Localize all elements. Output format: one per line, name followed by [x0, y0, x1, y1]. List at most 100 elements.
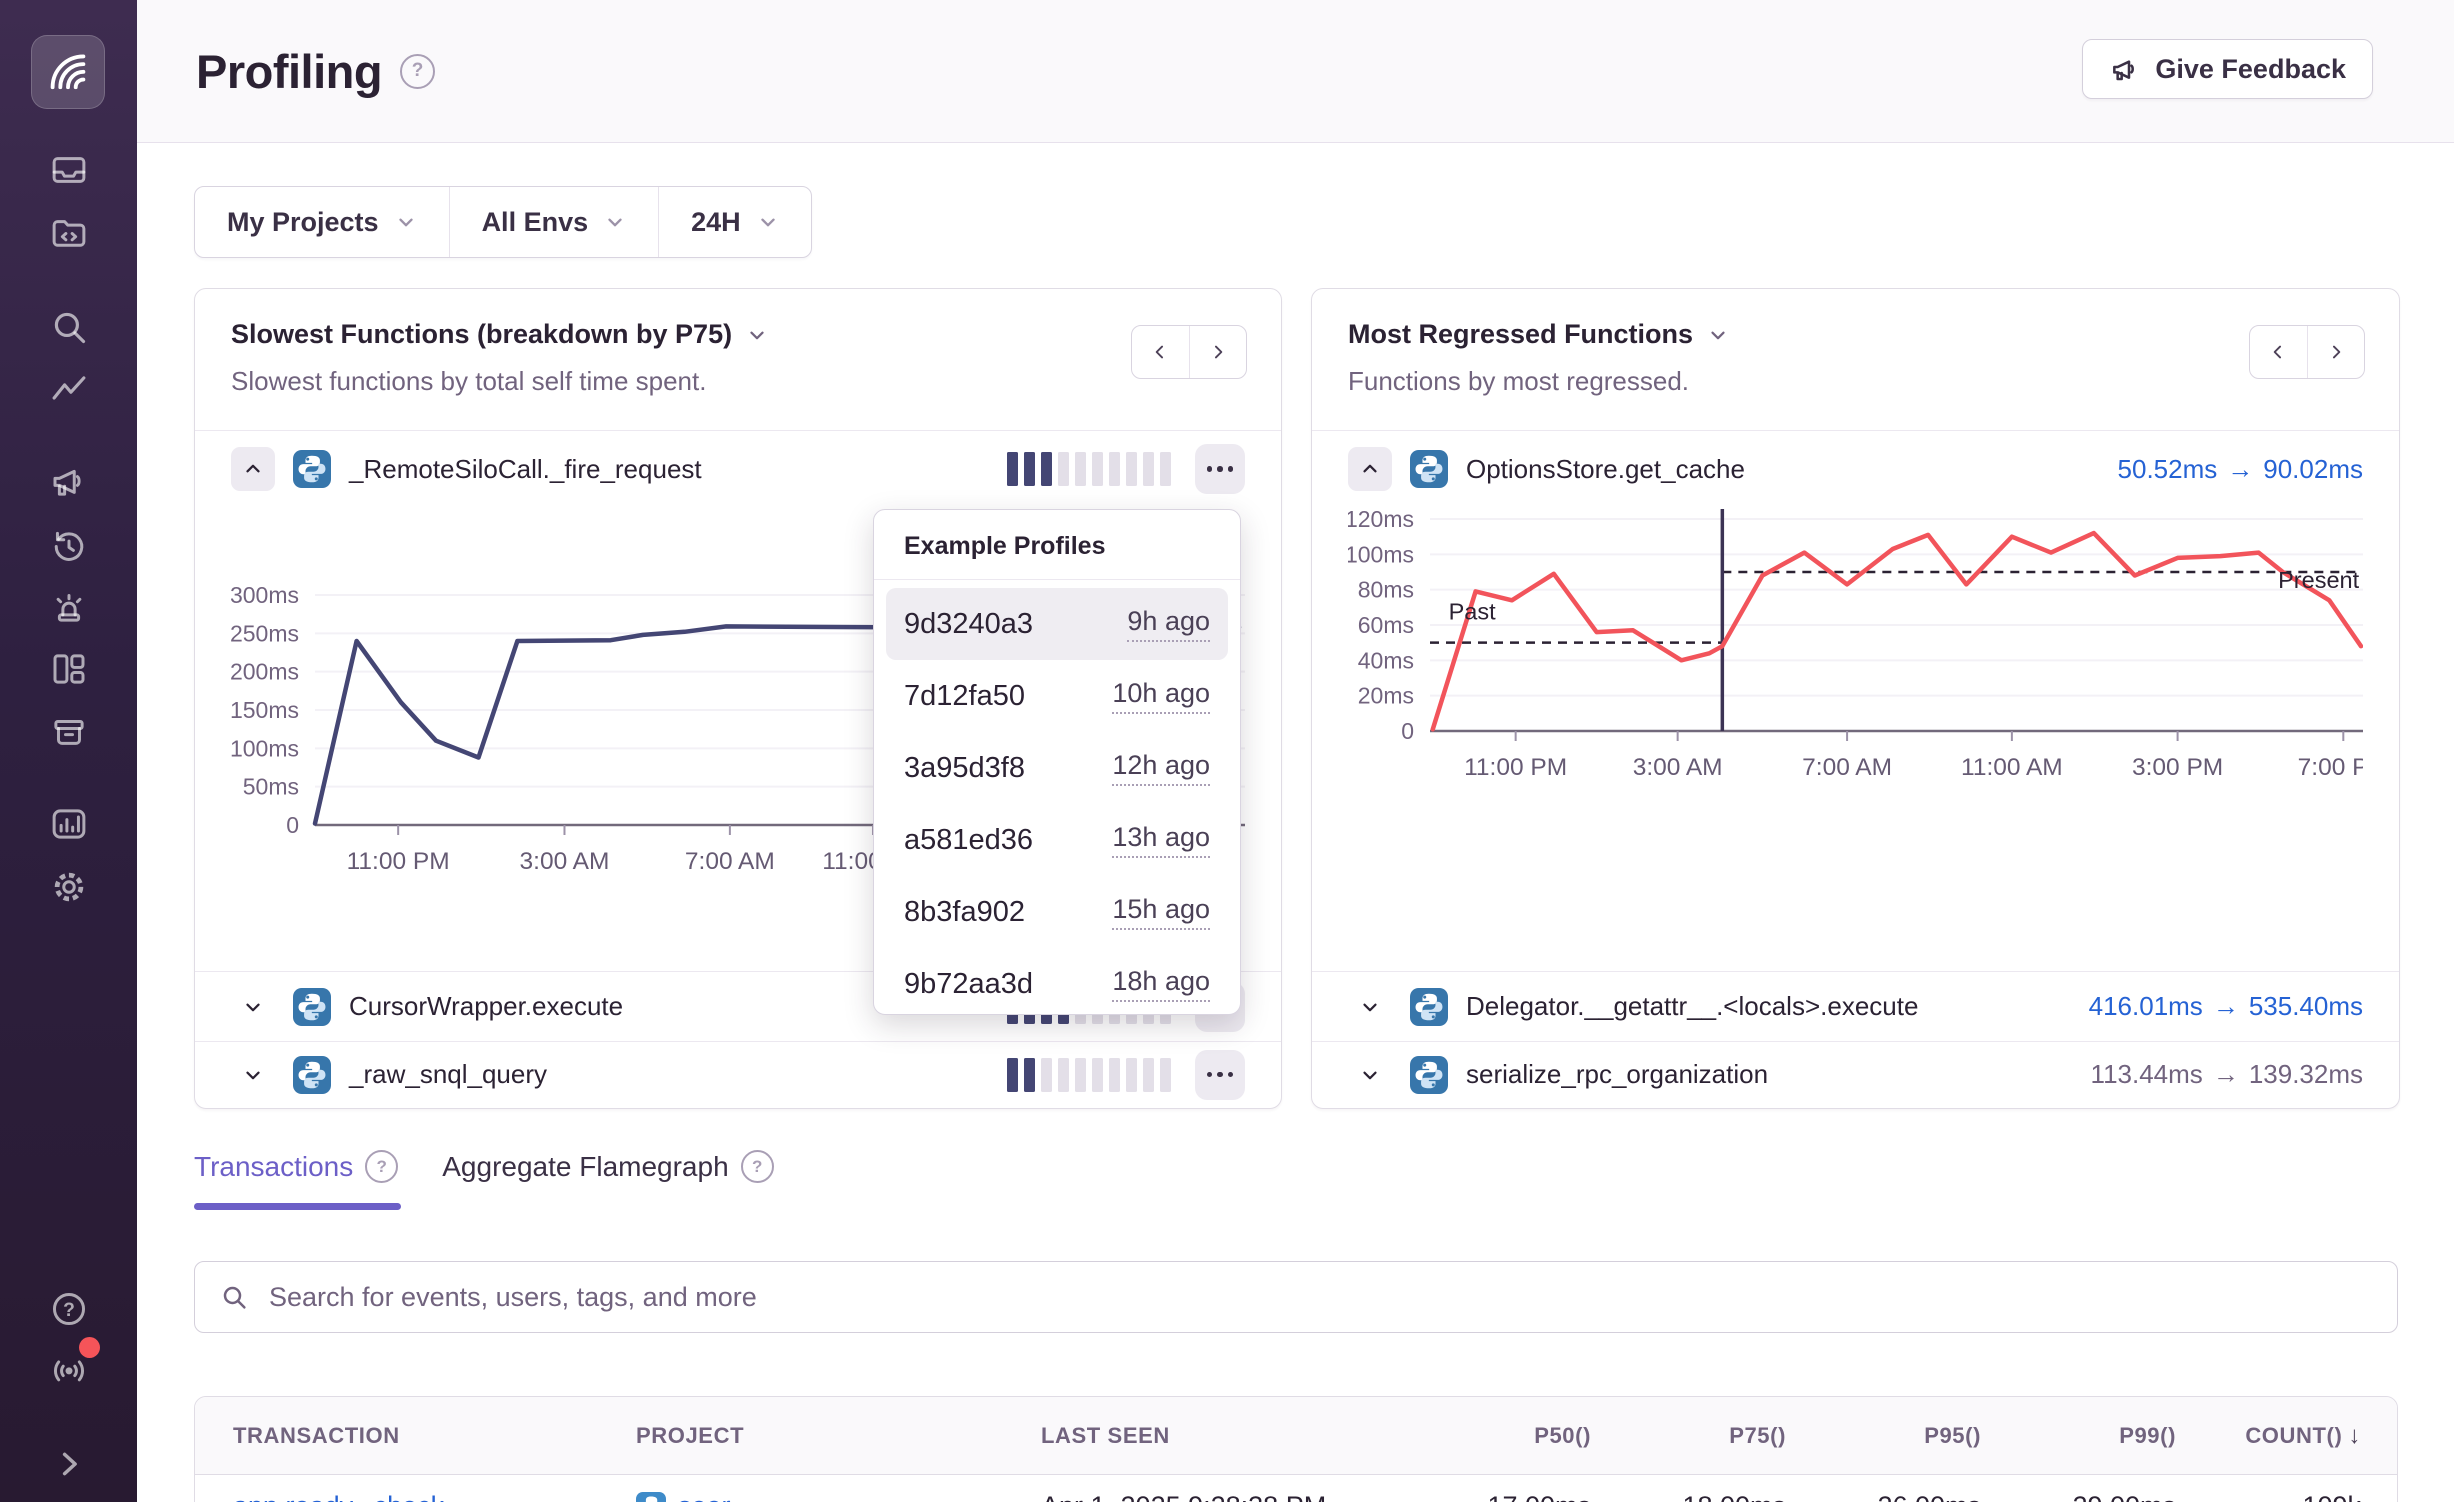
- before-value: 416.01ms: [2089, 991, 2203, 1021]
- releases-megaphone-icon[interactable]: [47, 459, 91, 503]
- column-header-p75[interactable]: P75(): [1591, 1423, 1786, 1449]
- arrow-right-icon: →: [2217, 454, 2263, 484]
- table-row: app.ready._check seer Apr 1, 2025 9:28:3…: [195, 1475, 2397, 1502]
- page-title: Profiling ?: [196, 0, 435, 142]
- profile-item[interactable]: 9b72aa3d 18h ago: [886, 948, 1228, 1020]
- function-row[interactable]: _raw_snql_query: [195, 1041, 1281, 1107]
- profile-age: 15h ago: [1112, 894, 1210, 930]
- archive-icon[interactable]: [47, 710, 91, 754]
- collapse-chevron-up-icon[interactable]: [1348, 447, 1392, 491]
- prev-page-button[interactable]: [1132, 326, 1189, 378]
- function-name: _raw_snql_query: [349, 1059, 547, 1090]
- issues-icon[interactable]: [47, 148, 91, 192]
- give-feedback-button[interactable]: Give Feedback: [2082, 39, 2373, 99]
- slowest-functions-title[interactable]: Slowest Functions (breakdown by P75): [231, 319, 1245, 350]
- before-value: 113.44ms: [2091, 1059, 2203, 1089]
- svg-text:11:00 PM: 11:00 PM: [347, 848, 450, 875]
- column-header-count[interactable]: COUNT()↓: [2176, 1422, 2361, 1450]
- sentry-logo[interactable]: [31, 35, 105, 109]
- example-profiles-dropdown: Example Profiles 9d3240a3 9h ago 7d12fa5…: [873, 509, 1241, 1015]
- more-options-icon[interactable]: [1195, 444, 1245, 494]
- profile-sparkline: [1007, 1058, 1171, 1092]
- expand-sidebar-icon[interactable]: [47, 1442, 91, 1486]
- date-range-filter[interactable]: 24H: [658, 187, 811, 257]
- tab-aggregate-flamegraph[interactable]: Aggregate Flamegraph ?: [442, 1150, 773, 1183]
- svg-text:Present: Present: [2278, 567, 2359, 593]
- replays-icon[interactable]: [47, 524, 91, 568]
- svg-text:300ms: 300ms: [231, 582, 299, 608]
- profile-age: 12h ago: [1112, 750, 1210, 786]
- give-feedback-label: Give Feedback: [2155, 54, 2346, 85]
- column-header-p95[interactable]: P95(): [1786, 1423, 1981, 1449]
- svg-text:Past: Past: [1449, 599, 1496, 625]
- column-header-last-seen[interactable]: LAST SEEN: [1041, 1423, 1431, 1449]
- profile-item[interactable]: 7d12fa50 10h ago: [886, 660, 1228, 732]
- profile-item[interactable]: 3a95d3f8 12h ago: [886, 732, 1228, 804]
- flamegraph-help-icon[interactable]: ?: [741, 1150, 774, 1183]
- column-header-p50[interactable]: P50(): [1431, 1423, 1591, 1449]
- chevron-down-icon: [757, 211, 779, 233]
- svg-text:60ms: 60ms: [1358, 612, 1414, 638]
- most-regressed-subtitle: Functions by most regressed.: [1348, 366, 2363, 397]
- column-header-project[interactable]: PROJECT: [636, 1423, 1041, 1449]
- expand-chevron-down-icon[interactable]: [1348, 985, 1392, 1029]
- project-cell[interactable]: seer: [636, 1491, 1041, 1502]
- profiling-help-icon[interactable]: ?: [400, 54, 435, 89]
- tab-flamegraph-label: Aggregate Flamegraph: [442, 1151, 728, 1183]
- tab-bar: Transactions ? Aggregate Flamegraph ?: [194, 1150, 774, 1183]
- tab-transactions[interactable]: Transactions ?: [194, 1150, 398, 1183]
- column-header-transaction[interactable]: TRANSACTION: [233, 1423, 636, 1449]
- slowest-functions-title-text: Slowest Functions (breakdown by P75): [231, 319, 732, 350]
- profile-id: 9d3240a3: [904, 608, 1033, 641]
- explore-icon[interactable]: [47, 211, 91, 255]
- function-row[interactable]: _RemoteSiloCall._fire_request: [195, 431, 1281, 507]
- p99-cell: 29.00ms: [1981, 1491, 2176, 1502]
- next-page-button[interactable]: [2307, 326, 2365, 378]
- collapse-chevron-up-icon[interactable]: [231, 447, 275, 491]
- regressed-function-row[interactable]: serialize_rpc_organization 113.44ms→139.…: [1312, 1041, 2399, 1107]
- profile-item[interactable]: 8b3fa902 15h ago: [886, 876, 1228, 948]
- prev-page-button[interactable]: [2250, 326, 2307, 378]
- expand-chevron-down-icon[interactable]: [1348, 1053, 1392, 1097]
- environment-filter[interactable]: All Envs: [449, 187, 659, 257]
- next-page-button[interactable]: [1189, 326, 1247, 378]
- regressed-function-row[interactable]: Delegator.__getattr__.<locals>.execute 4…: [1312, 971, 2399, 1041]
- count-label: COUNT(): [2245, 1423, 2342, 1448]
- python-icon: [293, 988, 331, 1026]
- date-range-filter-label: 24H: [691, 207, 741, 238]
- arrow-right-icon: →: [2203, 991, 2249, 1021]
- dashboards-icon[interactable]: [47, 647, 91, 691]
- after-value: 139.32ms: [2249, 1059, 2363, 1089]
- svg-text:11:00 PM: 11:00 PM: [1464, 754, 1567, 781]
- transaction-link[interactable]: app.ready._check: [233, 1491, 444, 1502]
- alerts-siren-icon[interactable]: [47, 585, 91, 629]
- last-seen-cell: Apr 1, 2025 9:28:38 PM: [1041, 1491, 1431, 1502]
- transactions-help-icon[interactable]: ?: [365, 1150, 398, 1183]
- slowest-functions-header: Slowest Functions (breakdown by P75) Slo…: [195, 289, 1281, 431]
- settings-gear-icon[interactable]: [47, 865, 91, 909]
- regressed-pagination: [2249, 325, 2365, 379]
- chevron-down-icon: [395, 211, 417, 233]
- performance-icon[interactable]: [47, 369, 91, 413]
- slowest-pagination: [1131, 325, 1247, 379]
- more-options-icon[interactable]: [1195, 1050, 1245, 1100]
- column-header-p99[interactable]: P99(): [1981, 1423, 2176, 1449]
- python-icon: [1410, 988, 1448, 1026]
- search-input[interactable]: [267, 1281, 2373, 1314]
- profile-item[interactable]: a581ed36 13h ago: [886, 804, 1228, 876]
- python-icon: [636, 1492, 666, 1502]
- expand-chevron-down-icon[interactable]: [231, 985, 275, 1029]
- svg-text:200ms: 200ms: [231, 659, 299, 685]
- profile-item[interactable]: 9d3240a3 9h ago: [886, 588, 1228, 660]
- profile-age: 9h ago: [1127, 606, 1210, 642]
- svg-text:7:00 AM: 7:00 AM: [1802, 754, 1892, 781]
- stats-icon[interactable]: [47, 802, 91, 846]
- megaphone-icon: [2109, 53, 2141, 85]
- svg-text:11:00 AM: 11:00 AM: [1961, 754, 2063, 781]
- search-icon[interactable]: [47, 305, 91, 349]
- most-regressed-title[interactable]: Most Regressed Functions: [1348, 319, 2363, 350]
- expand-chevron-down-icon[interactable]: [231, 1053, 275, 1097]
- project-filter[interactable]: My Projects: [195, 187, 449, 257]
- help-icon[interactable]: ?: [47, 1287, 91, 1331]
- profiles-list: 9d3240a3 9h ago 7d12fa50 10h ago 3a95d3f…: [874, 580, 1240, 1020]
